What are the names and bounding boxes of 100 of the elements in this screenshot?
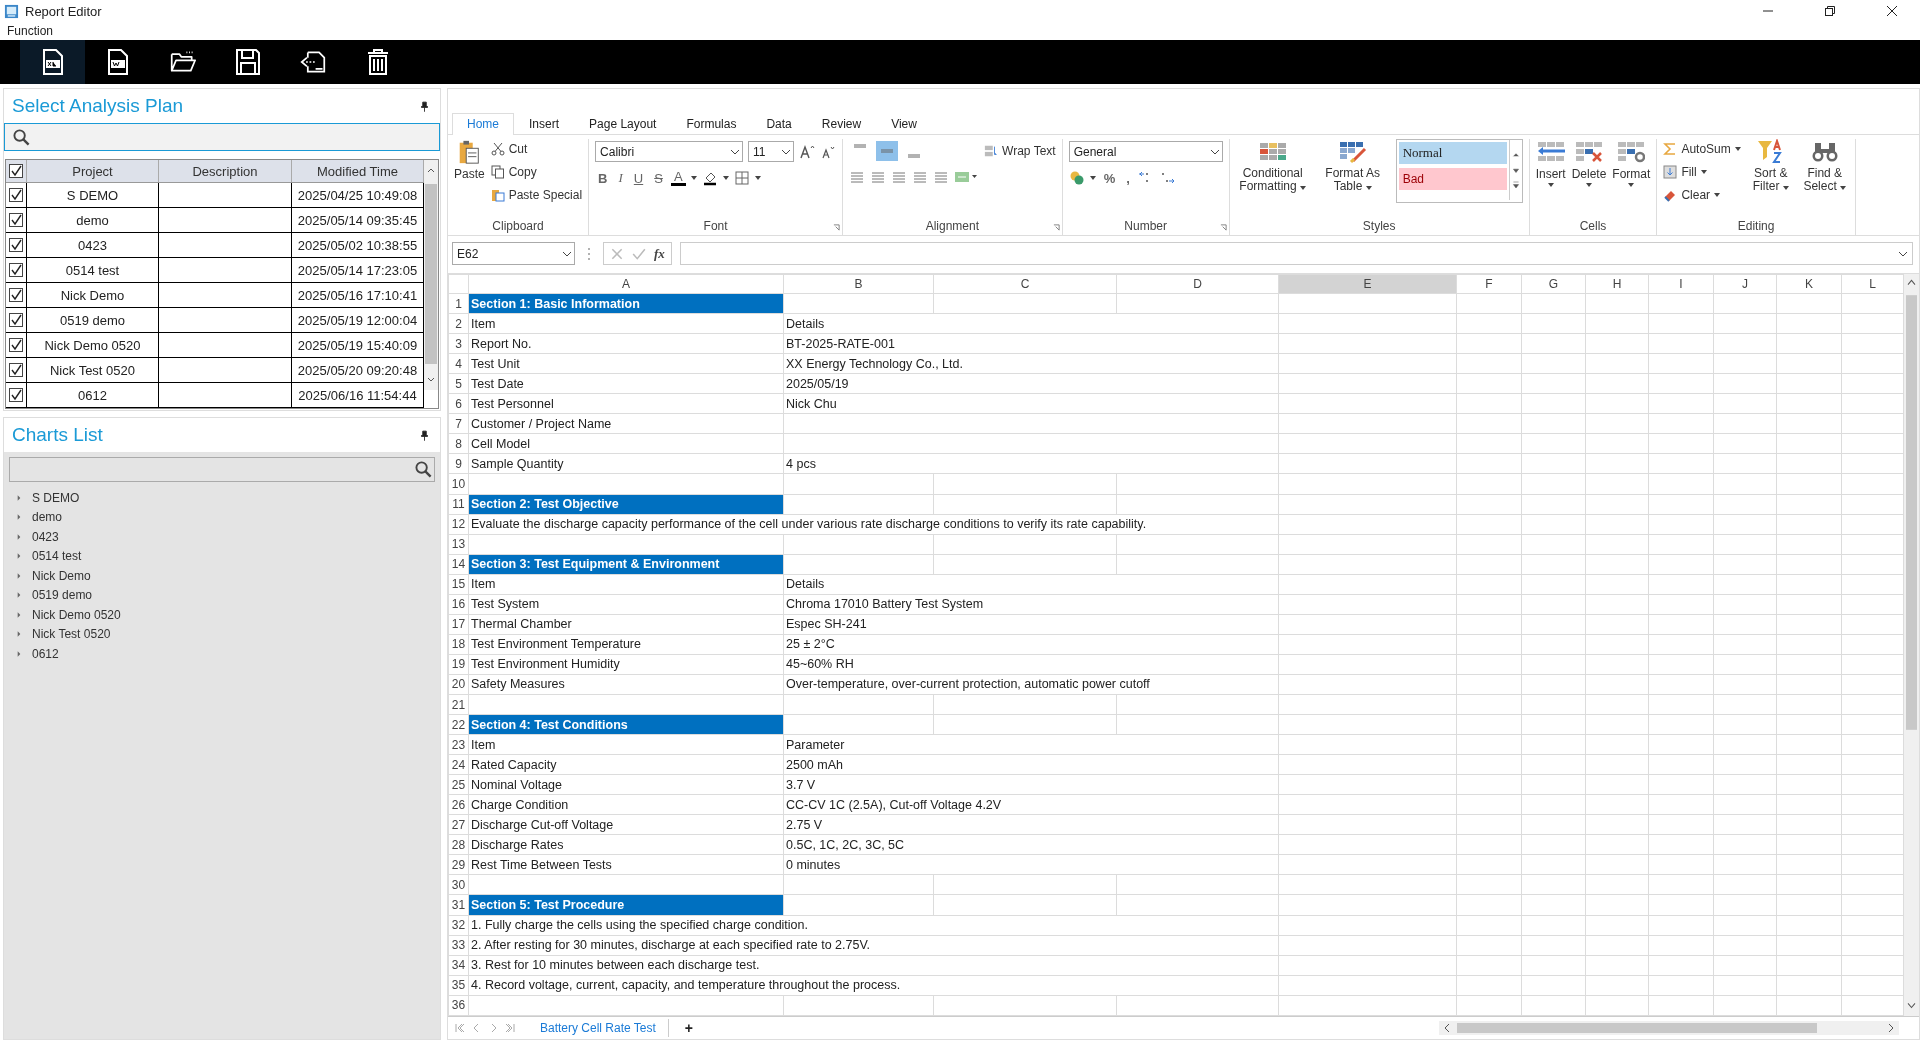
expand-caret-icon[interactable]	[17, 553, 21, 560]
underline-button[interactable]: U	[630, 170, 647, 186]
row-header[interactable]: 18	[448, 634, 469, 655]
row-header[interactable]: 32	[448, 915, 469, 936]
row-header[interactable]: 28	[448, 834, 469, 855]
tree-item[interactable]: Nick Demo	[32, 568, 91, 583]
checkbox[interactable]	[9, 213, 23, 227]
ribbon-tab[interactable]: Insert	[514, 113, 575, 134]
row-header[interactable]: 29	[448, 854, 469, 875]
menu-item[interactable]: Function	[7, 24, 54, 38]
font-size-dropdown[interactable]: 11	[748, 141, 795, 162]
search-field[interactable]	[9, 457, 435, 482]
tree-item[interactable]: S DEMO	[32, 490, 80, 505]
expand-caret-icon[interactable]	[17, 631, 21, 638]
close-icon[interactable]	[1886, 5, 1898, 17]
dropdown-caret-icon[interactable]	[690, 176, 697, 180]
ribbon-tab[interactable]: Review	[806, 113, 877, 134]
pin-icon[interactable]	[421, 100, 428, 112]
row-header[interactable]: 4	[448, 353, 469, 374]
checkbox[interactable]	[9, 238, 23, 252]
dialog-launcher-icon[interactable]	[1052, 224, 1060, 231]
autosum-button[interactable]: AutoSum	[1663, 139, 1741, 159]
row-header[interactable]: 11	[448, 494, 469, 515]
column-header[interactable]: Description	[159, 160, 292, 182]
checkbox[interactable]	[9, 164, 23, 178]
row-header[interactable]: 30	[448, 874, 469, 895]
delete-button[interactable]: Delete	[1571, 139, 1607, 187]
normal-style[interactable]: Normal	[1398, 142, 1507, 164]
expand-caret-icon[interactable]	[17, 494, 21, 501]
fill-color-icon[interactable]	[701, 170, 718, 186]
column-header[interactable]: F	[1456, 274, 1522, 294]
row-header[interactable]: 13	[448, 534, 469, 555]
tree-item[interactable]: 0514 test	[32, 549, 82, 564]
row-header[interactable]: 10	[448, 473, 469, 494]
gallery-scroll-icon[interactable]	[1508, 140, 1522, 200]
checkbox[interactable]	[9, 338, 23, 352]
horizontal-scrollbar-drawing[interactable]	[1439, 1021, 1899, 1035]
checkbox[interactable]	[9, 388, 23, 402]
tree-item[interactable]: Nick Test 0520	[32, 627, 111, 642]
formula-input[interactable]	[679, 242, 1913, 265]
font-name-dropdown[interactable]: Calibri	[595, 141, 744, 162]
expand-caret-icon[interactable]	[17, 514, 21, 521]
row-header[interactable]: 31	[448, 894, 469, 915]
row-header[interactable]: 9	[448, 453, 469, 474]
format-button[interactable]: Format	[1612, 139, 1651, 187]
conditional-formatting-button[interactable]: Conditional Formatting	[1235, 139, 1310, 193]
copy-button[interactable]: Copy	[490, 162, 583, 182]
row-header[interactable]: 17	[448, 614, 469, 635]
column-header[interactable]: H	[1585, 274, 1649, 294]
vertical-scrollbar-drawing[interactable]	[1904, 274, 1919, 1016]
ribbon-tab[interactable]: Page Layout	[574, 113, 672, 134]
ribbon-tab[interactable]: Home	[452, 113, 514, 135]
checkbox[interactable]	[9, 263, 23, 277]
row-header[interactable]: 24	[448, 754, 469, 775]
row-header[interactable]: 3	[448, 333, 469, 354]
expand-caret-icon[interactable]	[17, 650, 21, 657]
row-header[interactable]: 25	[448, 774, 469, 795]
column-header[interactable]: Project	[27, 160, 159, 182]
comma-button[interactable]: ,	[1123, 170, 1133, 186]
search-field[interactable]	[4, 123, 440, 151]
vertical-align-button[interactable]	[876, 141, 899, 161]
column-header[interactable]: I	[1648, 274, 1714, 294]
add-sheet-button[interactable]: +	[678, 1020, 699, 1036]
sheet-navigation-icon[interactable]	[454, 1023, 518, 1033]
row-header[interactable]: 5	[448, 373, 469, 394]
row-header[interactable]: 6	[448, 393, 469, 414]
insert-function-button[interactable]: fx	[654, 245, 665, 262]
column-header[interactable]: J	[1713, 274, 1777, 294]
row-header[interactable]: 33	[448, 935, 469, 956]
row-header[interactable]: 23	[448, 734, 469, 755]
fill-button[interactable]: Fill	[1663, 162, 1741, 182]
italic-button[interactable]: I	[615, 170, 626, 186]
row-header[interactable]: 21	[448, 694, 469, 715]
column-header[interactable]: A	[468, 274, 784, 294]
row-header[interactable]: 27	[448, 814, 469, 835]
column-header[interactable]: E	[1278, 274, 1457, 294]
row-header[interactable]: 7	[448, 413, 469, 434]
name-box[interactable]: E62	[452, 242, 575, 265]
bold-button[interactable]: B	[595, 170, 611, 186]
toolbar-button[interactable]	[20, 40, 85, 84]
column-header[interactable]: B	[783, 274, 934, 294]
ribbon-tab[interactable]: View	[876, 113, 932, 134]
pin-icon[interactable]	[421, 429, 428, 441]
bad-style[interactable]: Bad	[1398, 168, 1507, 190]
row-header[interactable]: 2	[448, 313, 469, 334]
row-header[interactable]: 8	[448, 433, 469, 454]
row-header[interactable]: 14	[448, 554, 469, 575]
checkbox[interactable]	[9, 363, 23, 377]
tree-item[interactable]: 0612	[32, 646, 59, 661]
restore-icon[interactable]	[1824, 5, 1836, 17]
expand-caret-icon[interactable]	[17, 572, 21, 579]
dropdown-caret-icon[interactable]	[722, 176, 729, 180]
row-header[interactable]: 12	[448, 514, 469, 535]
tree-item[interactable]: 0519 demo	[32, 588, 93, 603]
column-header[interactable]: L	[1841, 274, 1904, 294]
percent-button[interactable]: %	[1100, 170, 1119, 186]
insert-button[interactable]: Insert	[1535, 139, 1566, 187]
row-header[interactable]: 34	[448, 955, 469, 976]
tree-item[interactable]: demo	[32, 510, 63, 525]
checkbox[interactable]	[9, 313, 23, 327]
